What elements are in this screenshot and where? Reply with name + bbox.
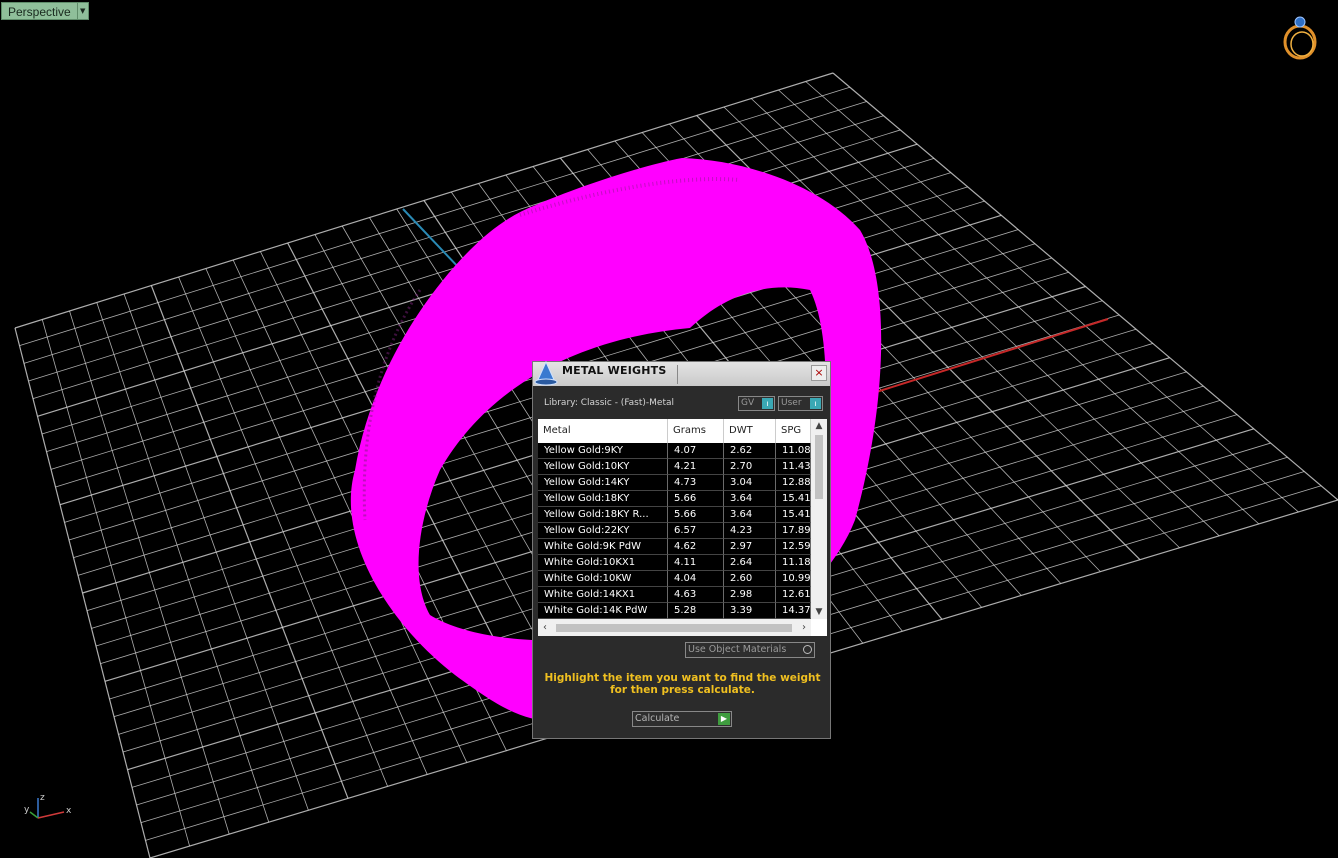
cell-dwt: 2.62: [724, 443, 776, 459]
cell-spg: 17.89: [776, 523, 811, 539]
cell-spg: 15.41: [776, 491, 811, 507]
cell-grams: 5.66: [668, 491, 724, 507]
play-icon: ▶: [718, 713, 730, 725]
user-toggle-label: User: [781, 398, 802, 408]
cell-metal: White Gold:14K PdW: [538, 603, 668, 619]
user-toggle[interactable]: User ı: [778, 396, 823, 411]
dialog-title-bar[interactable]: METAL WEIGHTS ×: [533, 360, 830, 386]
library-label: Library: Classic - (Fast)-Metal: [544, 398, 675, 408]
axis-gizmo: z y x: [24, 793, 72, 819]
table-row[interactable]: White Gold:14KX1 4.63 2.98 12.61: [538, 587, 811, 603]
cell-spg: 11.08: [776, 443, 811, 459]
table-row[interactable]: White Gold:10KW 4.04 2.60 10.99: [538, 571, 811, 587]
cell-metal: White Gold:10KW: [538, 571, 668, 587]
metal-weights-table: Metal Grams DWT SPG Yellow Gold:9KY 4.07 2…: [538, 419, 827, 636]
cell-spg: 14.37: [776, 603, 811, 619]
calculate-button[interactable]: Calculate ▶: [632, 711, 732, 727]
cell-dwt: 2.70: [724, 459, 776, 475]
column-header-grams[interactable]: Grams: [668, 419, 724, 443]
table-row[interactable]: Yellow Gold:14KY 4.73 3.04 12.88: [538, 475, 811, 491]
cell-spg: 11.43: [776, 459, 811, 475]
column-header-spg[interactable]: SPG: [776, 419, 811, 443]
metal-weights-dialog: METAL WEIGHTS × Library: Classic - (Fast…: [532, 360, 831, 739]
cell-metal: White Gold:10KX1: [538, 555, 668, 571]
vertical-scroll-thumb[interactable]: [815, 435, 823, 499]
toggle-knob-icon: ı: [762, 398, 773, 409]
cell-metal: Yellow Gold:9KY: [538, 443, 668, 459]
cell-dwt: 3.64: [724, 491, 776, 507]
wizard-hat-icon: [534, 360, 558, 386]
cell-dwt: 2.97: [724, 539, 776, 555]
ring-icon[interactable]: [1280, 14, 1322, 62]
table-body: Yellow Gold:9KY 4.07 2.62 11.08 Yellow Gold…: [538, 443, 811, 619]
scroll-left-icon[interactable]: ‹: [538, 619, 552, 636]
cell-grams: 4.07: [668, 443, 724, 459]
cell-spg: 15.41: [776, 507, 811, 523]
cell-dwt: 2.60: [724, 571, 776, 587]
toggle-knob-icon: ı: [810, 398, 821, 409]
table-row[interactable]: Yellow Gold:18KY 5.66 3.64 15.41: [538, 491, 811, 507]
horizontal-scrollbar[interactable]: ‹ ›: [538, 619, 811, 636]
cell-dwt: 2.64: [724, 555, 776, 571]
cell-metal: Yellow Gold:14KY: [538, 475, 668, 491]
cell-metal: Yellow Gold:18KY R...: [538, 507, 668, 523]
x-axis-label: x: [66, 806, 72, 816]
scroll-down-icon[interactable]: ▼: [811, 605, 827, 619]
cell-dwt: 3.39: [724, 603, 776, 619]
cell-dwt: 3.64: [724, 507, 776, 523]
instruction-text: Highlight the item you want to find the …: [544, 672, 821, 696]
vertical-scrollbar[interactable]: ▲ ▼: [811, 419, 827, 619]
cell-spg: 11.18: [776, 555, 811, 571]
use-object-materials-toggle[interactable]: Use Object Materials: [685, 642, 815, 658]
cell-metal: Yellow Gold:10KY: [538, 459, 668, 475]
cell-metal: Yellow Gold:22KY: [538, 523, 668, 539]
cell-grams: 4.62: [668, 539, 724, 555]
table-row[interactable]: White Gold:10KX1 4.11 2.64 11.18: [538, 555, 811, 571]
table-header: Metal Grams DWT SPG: [538, 419, 811, 443]
cell-grams: 4.73: [668, 475, 724, 491]
z-axis-label: z: [40, 793, 45, 803]
column-header-metal[interactable]: Metal: [538, 419, 668, 443]
use-object-materials-label: Use Object Materials: [688, 644, 787, 655]
cell-grams: 6.57: [668, 523, 724, 539]
table-row[interactable]: Yellow Gold:18KY R... 5.66 3.64 15.41: [538, 507, 811, 523]
table-row[interactable]: Yellow Gold:9KY 4.07 2.62 11.08: [538, 443, 811, 459]
table-row[interactable]: Yellow Gold:22KY 6.57 4.23 17.89: [538, 523, 811, 539]
table-row[interactable]: White Gold:14K PdW 5.28 3.39 14.37: [538, 603, 811, 619]
viewport-label-text[interactable]: Perspective: [1, 2, 78, 20]
cell-spg: 12.59: [776, 539, 811, 555]
calculate-label: Calculate: [635, 713, 680, 724]
cell-grams: 4.21: [668, 459, 724, 475]
cell-grams: 5.66: [668, 507, 724, 523]
cell-grams: 4.11: [668, 555, 724, 571]
title-divider: [677, 365, 678, 384]
close-icon[interactable]: ×: [811, 365, 827, 381]
scroll-right-icon[interactable]: ›: [797, 619, 811, 636]
table-row[interactable]: White Gold:9K PdW 4.62 2.97 12.59: [538, 539, 811, 555]
gv-toggle-label: GV: [741, 398, 755, 408]
cell-dwt: 2.98: [724, 587, 776, 603]
cell-grams: 4.63: [668, 587, 724, 603]
gv-toggle[interactable]: GV ı: [738, 396, 775, 411]
viewport-label[interactable]: Perspective ▼: [1, 2, 89, 20]
cell-metal: White Gold:9K PdW: [538, 539, 668, 555]
chevron-down-icon[interactable]: ▼: [77, 2, 89, 20]
scroll-up-icon[interactable]: ▲: [811, 419, 827, 433]
cell-grams: 4.04: [668, 571, 724, 587]
cell-grams: 5.28: [668, 603, 724, 619]
cell-metal: White Gold:14KX1: [538, 587, 668, 603]
horizontal-scroll-thumb[interactable]: [556, 624, 792, 632]
cell-metal: Yellow Gold:18KY: [538, 491, 668, 507]
cell-spg: 10.99: [776, 571, 811, 587]
cell-spg: 12.61: [776, 587, 811, 603]
column-header-dwt[interactable]: DWT: [724, 419, 776, 443]
cell-dwt: 4.23: [724, 523, 776, 539]
cell-dwt: 3.04: [724, 475, 776, 491]
radio-icon[interactable]: [803, 645, 812, 654]
table-row[interactable]: Yellow Gold:10KY 4.21 2.70 11.43: [538, 459, 811, 475]
y-axis-label: y: [24, 805, 30, 815]
cell-spg: 12.88: [776, 475, 811, 491]
dialog-title: METAL WEIGHTS: [562, 364, 667, 377]
